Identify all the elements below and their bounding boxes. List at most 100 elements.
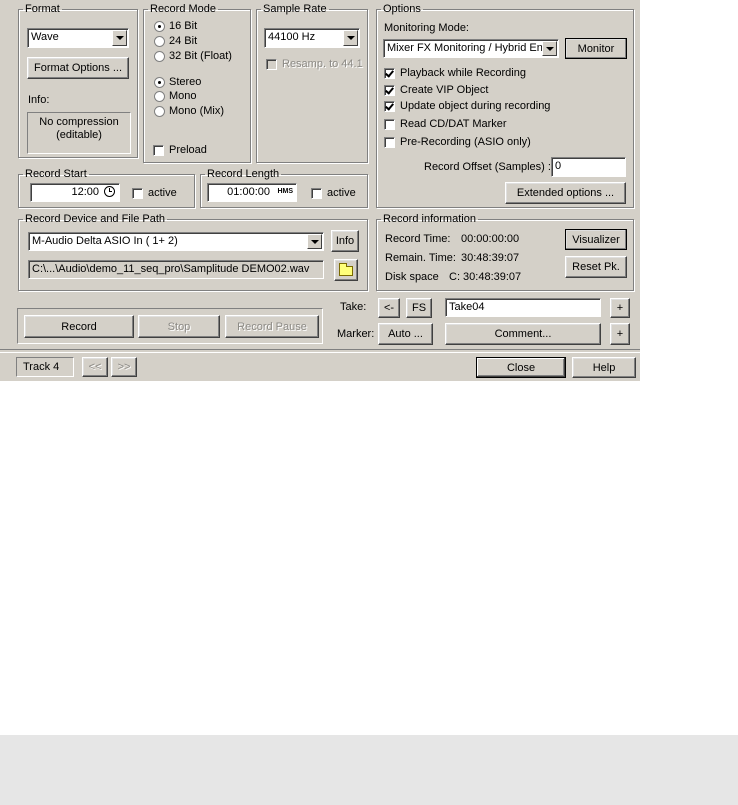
checkbox-check-icon: [384, 100, 395, 112]
option-label: Read CD/DAT Marker: [400, 118, 507, 130]
chevron-down-icon[interactable]: [542, 41, 557, 56]
chevron-down-icon[interactable]: [307, 234, 322, 249]
sample-rate-group: Sample Rate: [256, 3, 368, 163]
checkbox-box-icon: [384, 118, 395, 130]
radio-mono-mix-label: Mono (Mix): [169, 105, 225, 117]
sample-rate-select[interactable]: 44100 Hz: [264, 28, 360, 48]
record-length-active-checkbox[interactable]: active: [311, 187, 356, 199]
radio-dot-icon: [154, 50, 165, 62]
marker-label: Marker:: [337, 328, 375, 340]
hms-unit: HMS: [277, 188, 293, 195]
disk-space-value: C: 30:48:39:07: [449, 271, 522, 283]
take-label: Take:: [340, 301, 367, 313]
radio-32bit-label: 32 Bit (Float): [169, 50, 232, 62]
radio-mono-mix[interactable]: Mono (Mix): [154, 105, 224, 117]
record-offset-label: Record Offset (Samples) :: [424, 161, 551, 173]
sample-rate-value: 44100 Hz: [268, 31, 316, 43]
format-group-label: Format: [25, 3, 60, 15]
visualizer-button[interactable]: Visualizer: [565, 229, 627, 250]
monitoring-mode-select[interactable]: Mixer FX Monitoring / Hybrid Eng: [383, 39, 559, 58]
format-options-button[interactable]: Format Options ...: [27, 57, 129, 79]
record-device-value: M-Audio Delta ASIO In ( 1+ 2): [32, 235, 178, 247]
record-start-time-input[interactable]: 12:00: [30, 183, 120, 202]
next-track-button[interactable]: >>: [111, 357, 137, 377]
close-button[interactable]: Close: [476, 357, 566, 378]
radio-stereo-label: Stereo: [169, 76, 202, 88]
radio-24bit[interactable]: 24 Bit: [154, 35, 197, 47]
chevron-down-icon[interactable]: [112, 30, 127, 46]
extended-options-button[interactable]: Extended options ...: [505, 182, 626, 204]
radio-dot-icon: [154, 76, 165, 88]
clock-icon[interactable]: [104, 186, 115, 197]
device-info-button[interactable]: Info: [331, 230, 359, 252]
record-pause-button[interactable]: Record Pause: [225, 315, 319, 338]
help-button[interactable]: Help: [572, 357, 636, 378]
reset-peak-button[interactable]: Reset Pk.: [565, 256, 627, 278]
stop-button[interactable]: Stop: [138, 315, 220, 338]
record-start-active-label: active: [148, 187, 177, 199]
record-length-active-label: active: [327, 187, 356, 199]
comment-button[interactable]: Comment...: [445, 323, 601, 345]
status-separator: [0, 349, 640, 353]
checkbox-box-icon: [153, 144, 164, 156]
folder-button[interactable]: [334, 259, 358, 281]
record-device-group-label: Record Device and File Path: [25, 213, 166, 225]
take-fs-button[interactable]: FS: [406, 298, 432, 318]
monitoring-mode-value: Mixer FX Monitoring / Hybrid Eng: [387, 42, 549, 54]
format-select[interactable]: Wave: [27, 28, 129, 48]
radio-dot-icon: [154, 20, 165, 32]
radio-dot-icon: [154, 90, 165, 102]
checkbox-box-icon: [132, 187, 143, 199]
take-back-button[interactable]: <-: [378, 298, 400, 318]
radio-32bit[interactable]: 32 Bit (Float): [154, 50, 232, 62]
file-path-field[interactable]: C:\...\Audio\demo_11_seq_pro\Samplitude …: [28, 260, 324, 279]
record-offset-input[interactable]: 0: [551, 157, 626, 177]
radio-stereo[interactable]: Stereo: [154, 76, 201, 88]
take-plus-button[interactable]: +: [610, 298, 630, 318]
preload-checkbox[interactable]: Preload: [153, 144, 207, 156]
take-name-input[interactable]: Take04: [445, 298, 601, 317]
option-checkbox-playback[interactable]: Playback while Recording: [384, 67, 526, 79]
preload-label: Preload: [169, 144, 207, 156]
checkbox-check-icon: [384, 67, 395, 79]
record-button[interactable]: Record: [24, 315, 134, 338]
record-dialog: Format Wave Format Options ... Info: No …: [0, 0, 640, 381]
record-start-group-label: Record Start: [25, 168, 87, 180]
format-select-value: Wave: [31, 31, 59, 43]
format-info-panel: No compression (editable): [27, 112, 131, 154]
resamp-label: Resamp. to 44.1: [282, 58, 363, 70]
option-checkbox-cddat[interactable]: Read CD/DAT Marker: [384, 118, 507, 130]
option-checkbox-prerecording[interactable]: Pre-Recording (ASIO only): [384, 136, 531, 148]
remain-time-value: 30:48:39:07: [461, 252, 520, 264]
checkbox-box-icon: [384, 136, 395, 148]
option-checkbox-update[interactable]: Update object during recording: [384, 100, 550, 112]
record-length-time-input[interactable]: 01:00:00 HMS: [207, 183, 297, 202]
record-device-select[interactable]: M-Audio Delta ASIO In ( 1+ 2): [28, 232, 324, 251]
option-label: Pre-Recording (ASIO only): [400, 136, 531, 148]
marker-plus-button[interactable]: +: [610, 323, 630, 345]
record-start-active-checkbox[interactable]: active: [132, 187, 177, 199]
radio-dot-icon: [154, 35, 165, 47]
record-device-group: Record Device and File Path: [18, 213, 368, 291]
bottom-bar: [0, 735, 738, 805]
radio-mono[interactable]: Mono: [154, 90, 197, 102]
options-group-label: Options: [383, 3, 421, 15]
checkbox-box-icon: [266, 58, 277, 70]
chevron-down-icon[interactable]: [343, 30, 358, 46]
disk-space-label: Disk space: [385, 271, 439, 283]
radio-16bit-label: 16 Bit: [169, 20, 198, 32]
marker-auto-button[interactable]: Auto ...: [378, 323, 433, 345]
info-text-line1: No compression: [39, 116, 119, 128]
remain-time-label: Remain. Time:: [385, 252, 456, 264]
record-time-label: Record Time:: [385, 233, 451, 245]
monitor-button[interactable]: Monitor: [565, 38, 627, 59]
option-checkbox-vip[interactable]: Create VIP Object: [384, 84, 488, 96]
info-text-line2: (editable): [56, 129, 102, 141]
checkbox-check-icon: [384, 84, 395, 96]
radio-mono-label: Mono: [169, 90, 197, 102]
previous-track-button[interactable]: <<: [82, 357, 108, 377]
folder-icon: [339, 263, 353, 276]
resamp-checkbox[interactable]: Resamp. to 44.1: [266, 58, 363, 70]
track-indicator: Track 4: [16, 357, 74, 377]
radio-16bit[interactable]: 16 Bit: [154, 20, 197, 32]
